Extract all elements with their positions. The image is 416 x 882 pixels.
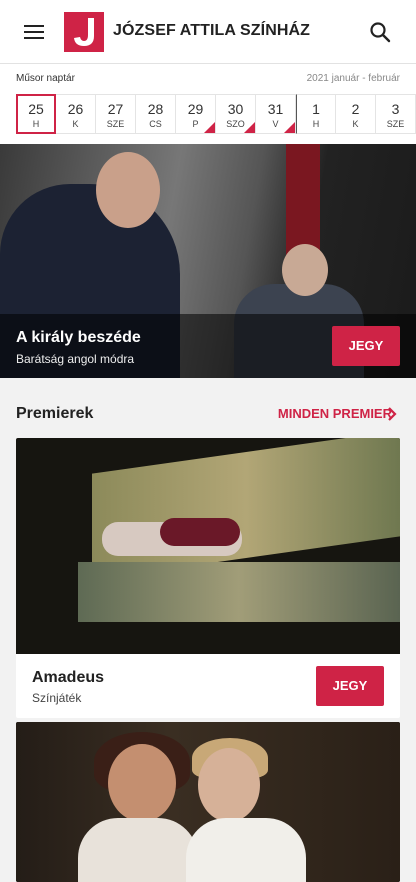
calendar-day[interactable]: 3 SZE <box>376 94 416 134</box>
show-photo-instrument-base <box>78 562 400 622</box>
calendar-day[interactable]: 30 SZO <box>216 94 256 134</box>
hero-photo-actor-head <box>96 152 160 228</box>
day-number: 2 <box>351 101 360 117</box>
show-title[interactable]: Amadeus <box>32 669 104 687</box>
show-photo <box>16 438 400 654</box>
show-genre: Színjáték <box>32 691 82 705</box>
calendar-day[interactable]: 27 SZE <box>96 94 136 134</box>
show-photo-actress-body <box>186 818 306 882</box>
day-name: H <box>32 119 40 129</box>
calendar-day[interactable]: 25 H <box>16 94 56 134</box>
program-calendar: Műsor naptár 2021 január - február 25 H … <box>0 64 416 144</box>
show-card[interactable]: Amadeus Színjáték JEGY <box>16 438 400 718</box>
hero-subtitle: Barátság angol módra <box>16 352 135 366</box>
day-number: 3 <box>391 101 400 117</box>
calendar-day[interactable]: 31 V <box>256 94 296 134</box>
show-photo-harpsichord <box>92 438 400 580</box>
calendar-day[interactable]: 28 CS <box>136 94 176 134</box>
search-icon[interactable] <box>368 20 392 44</box>
calendar-title: Műsor naptár <box>16 73 75 84</box>
chevron-right-icon[interactable] <box>386 407 398 421</box>
show-photo-costume <box>160 518 240 546</box>
show-photo-actress-body <box>78 818 198 882</box>
ticket-button[interactable]: JEGY <box>332 326 400 366</box>
show-photo-actress-face <box>108 744 176 822</box>
featured-show[interactable]: A király beszéde Barátság angol módra JE… <box>0 144 416 378</box>
premiere-marker <box>284 122 295 133</box>
day-name: K <box>352 119 359 129</box>
day-number: 28 <box>147 101 164 117</box>
day-number: 26 <box>67 101 84 117</box>
day-number: 1 <box>312 101 320 117</box>
day-number: 31 <box>267 101 284 117</box>
premiere-marker <box>244 122 255 133</box>
day-number: 27 <box>107 101 124 117</box>
theatre-logo[interactable] <box>64 12 104 52</box>
day-number: 29 <box>187 101 204 117</box>
app-header: JÓZSEF ATTILA SZÍNHÁZ <box>0 0 416 64</box>
ticket-button[interactable]: JEGY <box>316 666 384 706</box>
calendar-day[interactable]: 26 K <box>56 94 96 134</box>
calendar-day[interactable]: 29 P <box>176 94 216 134</box>
hamburger-menu-icon[interactable] <box>24 22 46 42</box>
day-name: K <box>72 119 79 129</box>
site-title[interactable]: JÓZSEF ATTILA SZÍNHÁZ <box>113 22 310 40</box>
day-number: 25 <box>28 101 44 117</box>
show-photo-actress-face <box>198 748 260 822</box>
show-card[interactable] <box>16 722 400 882</box>
calendar-days: 25 H 26 K 27 SZE 28 CS 29 P 30 SZO 31 V <box>16 94 416 134</box>
premieres-header: Premierek MINDEN PREMIER <box>0 378 416 438</box>
calendar-day[interactable]: 1 H <box>296 94 336 134</box>
calendar-date-range: 2021 január - február <box>306 73 400 84</box>
show-photo <box>16 722 400 882</box>
day-name: SZE <box>106 119 125 129</box>
day-name: CS <box>149 119 162 129</box>
calendar-day[interactable]: 2 K <box>336 94 376 134</box>
premiere-marker <box>204 122 215 133</box>
hero-photo-actor-head <box>282 244 328 296</box>
all-premieres-link[interactable]: MINDEN PREMIER <box>278 406 392 421</box>
section-title: Premierek <box>16 405 94 422</box>
day-number: 30 <box>227 101 244 117</box>
day-name: H <box>312 119 320 129</box>
day-name: SZE <box>386 119 405 129</box>
hero-title[interactable]: A király beszéde <box>16 329 141 347</box>
